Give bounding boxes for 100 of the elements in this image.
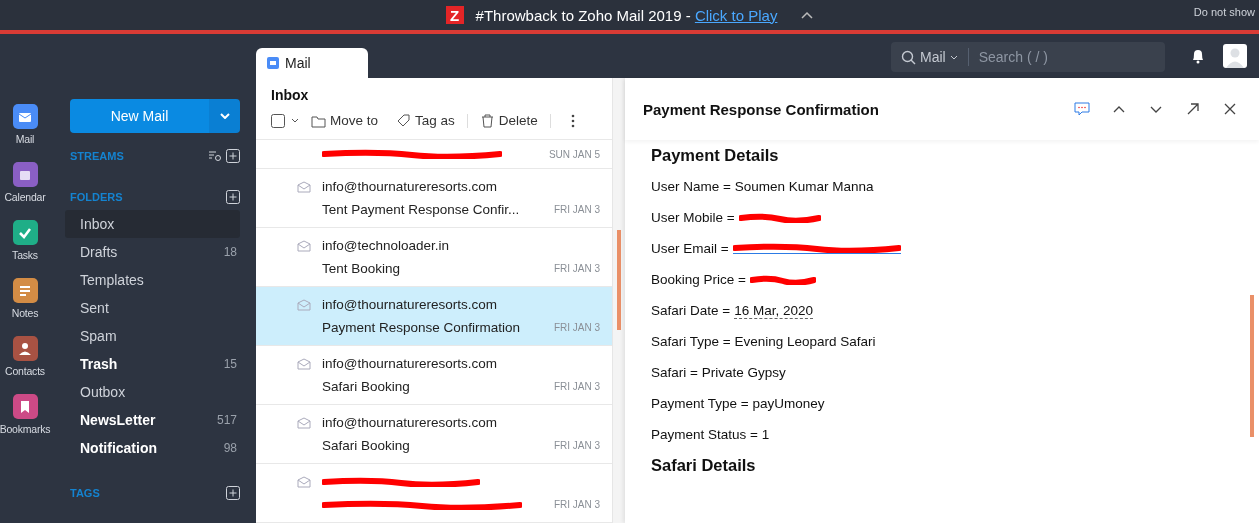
date: FRI JAN 3 (553, 204, 600, 215)
folder-item[interactable]: Drafts 18 (65, 238, 240, 266)
detail-label: User Mobile = (651, 210, 735, 225)
detail-label: User Email = (651, 241, 729, 256)
folder-item[interactable]: Inbox (65, 210, 240, 238)
folder-item[interactable]: Sent (65, 294, 240, 322)
subject: Safari Booking (322, 438, 411, 453)
filter-settings-icon[interactable] (208, 150, 222, 162)
subject: Tent Payment Response Confir... (322, 202, 521, 217)
search-bar[interactable]: Mail Search ( / ) (891, 42, 1165, 72)
folder-item[interactable]: Templates (65, 266, 240, 294)
bookmarks-app-icon[interactable] (12, 394, 38, 419)
new-mail-options-button[interactable] (209, 99, 240, 133)
date: FRI JAN 3 (553, 263, 600, 274)
date: FRI JAN 3 (553, 322, 600, 333)
search-icon (901, 49, 916, 65)
date-value[interactable]: 16 Mar, 2020 (734, 302, 813, 319)
app-label[interactable]: Bookmarks (0, 423, 51, 435)
contacts-app-icon[interactable] (12, 336, 38, 361)
folder-label: Sent (80, 300, 109, 316)
scrollbar-thumb[interactable] (1250, 295, 1254, 437)
section-label: FOLDERS (70, 191, 123, 203)
folder-label: Drafts (80, 244, 118, 260)
folder-item[interactable]: Trash 15 (65, 350, 240, 378)
folder-label: Notification (80, 440, 157, 456)
folder-label: NewsLetter (80, 412, 156, 428)
toolbar-button[interactable]: Tag as (390, 113, 461, 128)
detail-line: Payment Type = payUmoney (651, 396, 825, 411)
folder-label: Outbox (80, 384, 126, 400)
folder-label: Trash (80, 356, 118, 372)
message-row[interactable]: info@thournatureresorts.com Payment Response Confirmation FRI JAN 3 (256, 287, 612, 346)
date: FRI JAN 3 (553, 499, 600, 510)
unread-count: 18 (223, 245, 237, 259)
section-heading: Payment Details (651, 146, 779, 165)
calendar-app-icon[interactable] (12, 162, 38, 187)
sender: info@thournatureresorts.com (322, 297, 499, 312)
search-field[interactable]: Search ( / ) (967, 48, 1138, 66)
envelope-icon (297, 180, 311, 193)
envelope-icon (297, 357, 311, 370)
tasks-app-icon[interactable] (12, 220, 38, 245)
caret-icon (219, 113, 230, 119)
subject: Tent Booking (322, 261, 402, 276)
date: FRI JAN 3 (553, 440, 600, 451)
select-all-checkbox[interactable] (271, 113, 285, 128)
logo: Z (445, 6, 464, 24)
app-label[interactable]: Tasks (12, 249, 38, 261)
caret-icon (949, 54, 958, 60)
folder-item[interactable]: Notification 98 (65, 434, 240, 462)
detail-line: Safari = Private Gypsy (651, 365, 786, 380)
section-label: TAGS (70, 487, 100, 499)
redaction-mark (749, 274, 816, 285)
play-link[interactable]: Click to Play (694, 6, 778, 24)
envelope-icon (297, 475, 311, 488)
scrollbar-thumb[interactable] (617, 230, 621, 330)
new-mail-button[interactable]: New Mail (70, 99, 209, 133)
app-label[interactable]: Contacts (5, 365, 45, 377)
sender: info@thournatureresorts.com (322, 356, 499, 371)
mail-icon (267, 57, 279, 69)
envelope-icon (297, 239, 311, 252)
app-label[interactable]: Calendar (4, 191, 46, 203)
sender: info@thournatureresorts.com (322, 415, 499, 430)
section-label: STREAMS (70, 150, 124, 162)
unread-count: 15 (223, 357, 237, 371)
app-tab[interactable]: Mail (256, 48, 368, 78)
toolbar-button[interactable]: Move to (305, 113, 385, 128)
search-scope[interactable]: Mail (920, 49, 946, 65)
tag-icon (396, 113, 412, 128)
mail-app-icon[interactable] (12, 104, 38, 129)
app-label[interactable]: Mail (15, 133, 35, 145)
folder-label: Inbox (80, 216, 115, 232)
add-tag-icon[interactable] (226, 486, 240, 500)
date: FRI JAN 3 (553, 381, 600, 392)
unread-count: 98 (223, 441, 237, 455)
detail-line: Payment Status = 1 (651, 427, 770, 442)
date: SUN JAN 5 (548, 148, 600, 160)
folder-icon (311, 113, 326, 128)
sender: info@thournatureresorts.com (322, 179, 499, 194)
notes-app-icon[interactable] (12, 278, 38, 303)
list-title: Inbox (271, 87, 310, 103)
folder-label: Spam (80, 328, 117, 344)
caret-icon[interactable] (291, 118, 299, 123)
envelope-icon (297, 416, 311, 429)
detail-label: Booking Price = (651, 272, 746, 287)
add-stream-icon[interactable] (226, 149, 240, 163)
folder-item[interactable]: Spam (65, 322, 240, 350)
bell-icon[interactable] (1191, 48, 1205, 64)
envelope-icon (297, 298, 311, 311)
folder-item[interactable]: NewsLetter 517 (65, 406, 240, 434)
folder-item[interactable]: Outbox (65, 378, 240, 406)
trash-icon (479, 113, 495, 128)
subject: Safari Booking (322, 379, 411, 394)
more-icon[interactable] (570, 113, 575, 128)
detail-line: Safari Type = Evening Leopard Safari (651, 334, 876, 349)
app-label[interactable]: Notes (11, 307, 39, 319)
sender: info@technoloader.in (322, 238, 451, 253)
chevron-up-icon[interactable] (801, 11, 814, 19)
folder-label: Templates (80, 272, 144, 288)
add-folder-icon[interactable] (226, 190, 240, 204)
toolbar-button[interactable]: Delete (473, 113, 544, 128)
dismiss-link[interactable]: Do not show (1193, 6, 1255, 18)
